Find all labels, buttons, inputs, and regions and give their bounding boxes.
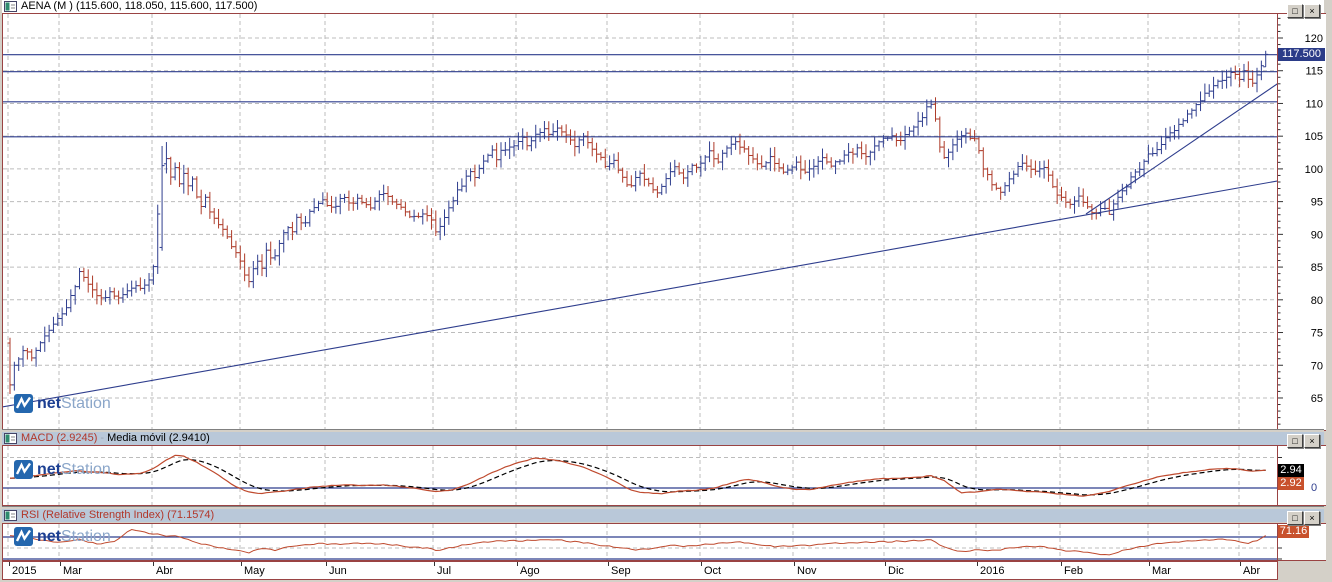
- time-axis-tick: [1061, 562, 1062, 566]
- time-axis-tick: [153, 562, 154, 566]
- svg-text:105: 105: [1305, 131, 1323, 143]
- netstation-logo: net Station: [14, 460, 111, 479]
- svg-text:110: 110: [1305, 98, 1323, 110]
- netstation-workspace: { "brand": {"net": "net", "station": "St…: [0, 0, 1332, 582]
- logo-text-net: net: [37, 527, 61, 545]
- time-axis-label: Jul: [437, 565, 452, 577]
- chart-window-icon: [4, 1, 17, 16]
- netstation-logo-icon: [14, 460, 33, 479]
- rsi-axis[interactable]: 71.16: [1277, 524, 1326, 560]
- netstation-logo: net Station: [14, 394, 111, 413]
- svg-text:90: 90: [1311, 229, 1323, 241]
- macd-title-value: MACD (2.9245): [21, 432, 98, 444]
- time-axis-tick: [1149, 562, 1150, 566]
- macd-titlebar[interactable]: MACD (2.9245) - Media móvil (2.9410): [2, 432, 1324, 445]
- time-axis-tick: [9, 562, 10, 566]
- logo-text-net: net: [37, 460, 61, 478]
- rsi-line: [9, 528, 1266, 556]
- time-axis-label: Abr: [156, 565, 174, 577]
- time-axis-label: 2016: [980, 565, 1005, 577]
- price-axis[interactable]: 120 115 110 105 100 95 90 85 80 75 70 65 117.500: [1277, 14, 1326, 430]
- macd-title-separator: -: [100, 432, 105, 444]
- time-axis-label: Sep: [611, 565, 631, 577]
- time-axis-label: Mar: [1152, 565, 1171, 577]
- macd-chart-canvas[interactable]: [3, 446, 1277, 505]
- svg-text:95: 95: [1311, 197, 1323, 209]
- logo-text-net: net: [37, 394, 61, 412]
- time-axis-tick: [60, 562, 61, 566]
- rsi-title: RSI (Relative Strength Index) (71.1574): [21, 509, 215, 521]
- time-axis-label: Abr: [1243, 565, 1261, 577]
- svg-text:120: 120: [1305, 33, 1323, 45]
- time-axis-tick: [794, 562, 795, 566]
- macd-signal-title: Media móvil (2.9410): [107, 432, 210, 444]
- price-axis-ticks: 120 115 110 105 100 95 90 85 80 75 70 65: [1278, 17, 1323, 425]
- netstation-logo: net Station: [14, 527, 111, 546]
- main-chart-title: AENA (M ) (115.600, 118.050, 115.600, 11…: [21, 0, 258, 12]
- svg-text:70: 70: [1311, 360, 1323, 372]
- logo-text-station: Station: [61, 394, 111, 412]
- rsi-panel: net Station 71.16: [2, 523, 1326, 561]
- indicator-window-icon: [4, 510, 17, 525]
- rsi-titlebar[interactable]: RSI (Relative Strength Index) (71.1574): [2, 509, 1324, 522]
- maximize-button-macd[interactable]: □: [1287, 434, 1303, 448]
- macd-signal-line: [9, 459, 1266, 496]
- main-chart-titlebar[interactable]: AENA (M ) (115.600, 118.050, 115.600, 11…: [2, 0, 1324, 13]
- svg-text:85: 85: [1311, 262, 1323, 274]
- macd-axis[interactable]: 2.94 2.92 0: [1277, 446, 1326, 505]
- time-axis-label: Oct: [704, 565, 722, 577]
- indicator-window-icon: [4, 433, 17, 448]
- time-axis[interactable]: 2015 Mar Abr May Jun Jul Ago Sep Oct Nov Dic 2016 Fe…: [2, 561, 1278, 580]
- svg-text:80: 80: [1311, 295, 1323, 307]
- close-button-main[interactable]: ×: [1304, 4, 1320, 18]
- time-axis-label: Ago: [520, 565, 540, 577]
- time-axis-tick: [608, 562, 609, 566]
- time-axis-tick: [1240, 562, 1241, 566]
- maximize-button-main[interactable]: □: [1287, 4, 1303, 18]
- time-axis-tick: [885, 562, 886, 566]
- rsi-chart-canvas[interactable]: [3, 524, 1277, 560]
- time-axis-label: May: [244, 565, 265, 577]
- time-axis-label: Mar: [63, 565, 82, 577]
- macd-value-badge: 2.92: [1278, 477, 1304, 490]
- macd-zero-label: 0: [1311, 482, 1318, 494]
- logo-text-station: Station: [61, 460, 111, 478]
- svg-text:100: 100: [1305, 164, 1323, 176]
- netstation-logo-icon: [14, 527, 33, 546]
- time-axis-tick: [517, 562, 518, 566]
- maximize-button-rsi[interactable]: □: [1287, 511, 1303, 525]
- time-axis-label: Feb: [1064, 565, 1083, 577]
- time-axis-tick: [977, 562, 978, 566]
- time-axis-tick: [241, 562, 242, 566]
- price-chart-canvas[interactable]: [3, 14, 1277, 430]
- rsi-value-badge: 71.16: [1278, 525, 1309, 538]
- time-axis-tick: [326, 562, 327, 566]
- last-price-badge: 117.500: [1278, 48, 1325, 61]
- netstation-logo-icon: [14, 394, 33, 413]
- time-axis-label: Nov: [797, 565, 817, 577]
- close-button-rsi[interactable]: ×: [1304, 511, 1320, 525]
- macd-panel: net Station 2.94 2.92 0: [2, 445, 1326, 506]
- svg-text:65: 65: [1311, 393, 1323, 405]
- logo-text-station: Station: [61, 527, 111, 545]
- main-chart-panel: net Station 120 115 110 105 100 95 90 85 80 75 70 65…: [2, 13, 1326, 431]
- close-button-macd[interactable]: ×: [1304, 434, 1320, 448]
- macd-signal-badge: 2.94: [1278, 464, 1304, 477]
- time-axis-label: Jun: [329, 565, 347, 577]
- time-axis-tick: [701, 562, 702, 566]
- svg-text:115: 115: [1305, 66, 1323, 78]
- time-axis-label: 2015: [12, 565, 37, 577]
- macd-line: [9, 454, 1266, 497]
- time-axis-label: Dic: [888, 565, 904, 577]
- macd-title: MACD (2.9245) - Media móvil (2.9410): [21, 432, 210, 445]
- time-axis-tick: [434, 562, 435, 566]
- axis-corner-spacer: [1278, 561, 1332, 582]
- svg-text:75: 75: [1311, 328, 1323, 340]
